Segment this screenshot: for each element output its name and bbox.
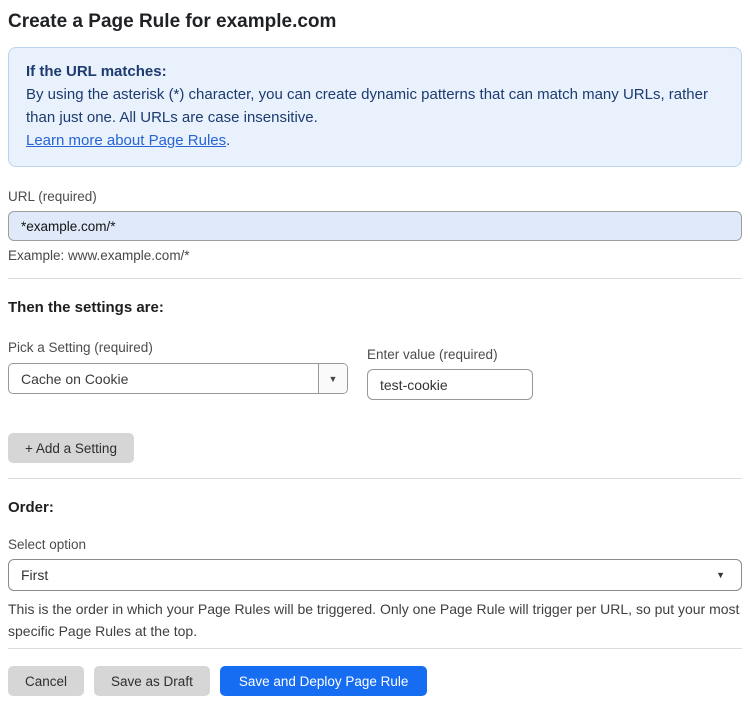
setting-dropdown-value: Cache on Cookie bbox=[21, 370, 129, 387]
divider bbox=[8, 278, 742, 279]
page-title: Create a Page Rule for example.com bbox=[8, 11, 337, 32]
order-select-label: Select option bbox=[8, 537, 87, 552]
url-example-helper: Example: www.example.com/* bbox=[8, 248, 190, 263]
dropdown-arrow-icon: ▼ bbox=[328, 373, 338, 384]
learn-more-link[interactable]: Learn more about Page Rules bbox=[26, 132, 226, 149]
footer-actions: Cancel Save as Draft Save and Deploy Pag… bbox=[8, 666, 742, 696]
url-input[interactable] bbox=[8, 211, 742, 241]
divider bbox=[8, 648, 742, 649]
save-and-deploy-button[interactable]: Save and Deploy Page Rule bbox=[219, 666, 428, 696]
info-box-body: By using the asterisk (*) character, you… bbox=[26, 86, 708, 126]
setting-dropdown-arrow-button[interactable]: ▼ bbox=[318, 364, 347, 393]
setting-dropdown[interactable]: Cache on Cookie ▼ bbox=[8, 363, 348, 394]
setting-picker-column: Pick a Setting (required) Cache on Cooki… bbox=[8, 339, 348, 394]
url-field-label: URL (required) bbox=[8, 189, 97, 204]
setting-value-input[interactable] bbox=[367, 369, 533, 400]
info-link-line: Learn more about Page Rules. bbox=[26, 129, 724, 152]
order-section-heading: Order: bbox=[8, 499, 54, 516]
url-match-info-box: If the URL matches: By using the asteris… bbox=[8, 47, 742, 167]
cancel-button[interactable]: Cancel bbox=[8, 666, 85, 696]
add-setting-button[interactable]: + Add a Setting bbox=[8, 433, 134, 463]
order-select[interactable]: First ▼ bbox=[8, 559, 742, 591]
save-as-draft-button[interactable]: Save as Draft bbox=[94, 666, 210, 696]
setting-value-label: Enter value (required) bbox=[367, 347, 498, 362]
info-box-heading: If the URL matches: bbox=[26, 63, 167, 80]
page-rule-form: Create a Page Rule for example.com If th… bbox=[0, 10, 750, 696]
divider bbox=[8, 478, 742, 479]
link-suffix: . bbox=[226, 132, 231, 149]
setting-picker-label: Pick a Setting (required) bbox=[8, 340, 153, 355]
order-select-value: First bbox=[21, 567, 49, 583]
settings-section-heading: Then the settings are: bbox=[8, 299, 164, 316]
setting-row: Pick a Setting (required) Cache on Cooki… bbox=[8, 339, 742, 400]
setting-value-column: Enter value (required) bbox=[367, 346, 533, 400]
select-arrow-icon: ▼ bbox=[716, 570, 725, 580]
order-helper-text: This is the order in which your Page Rul… bbox=[8, 601, 740, 639]
